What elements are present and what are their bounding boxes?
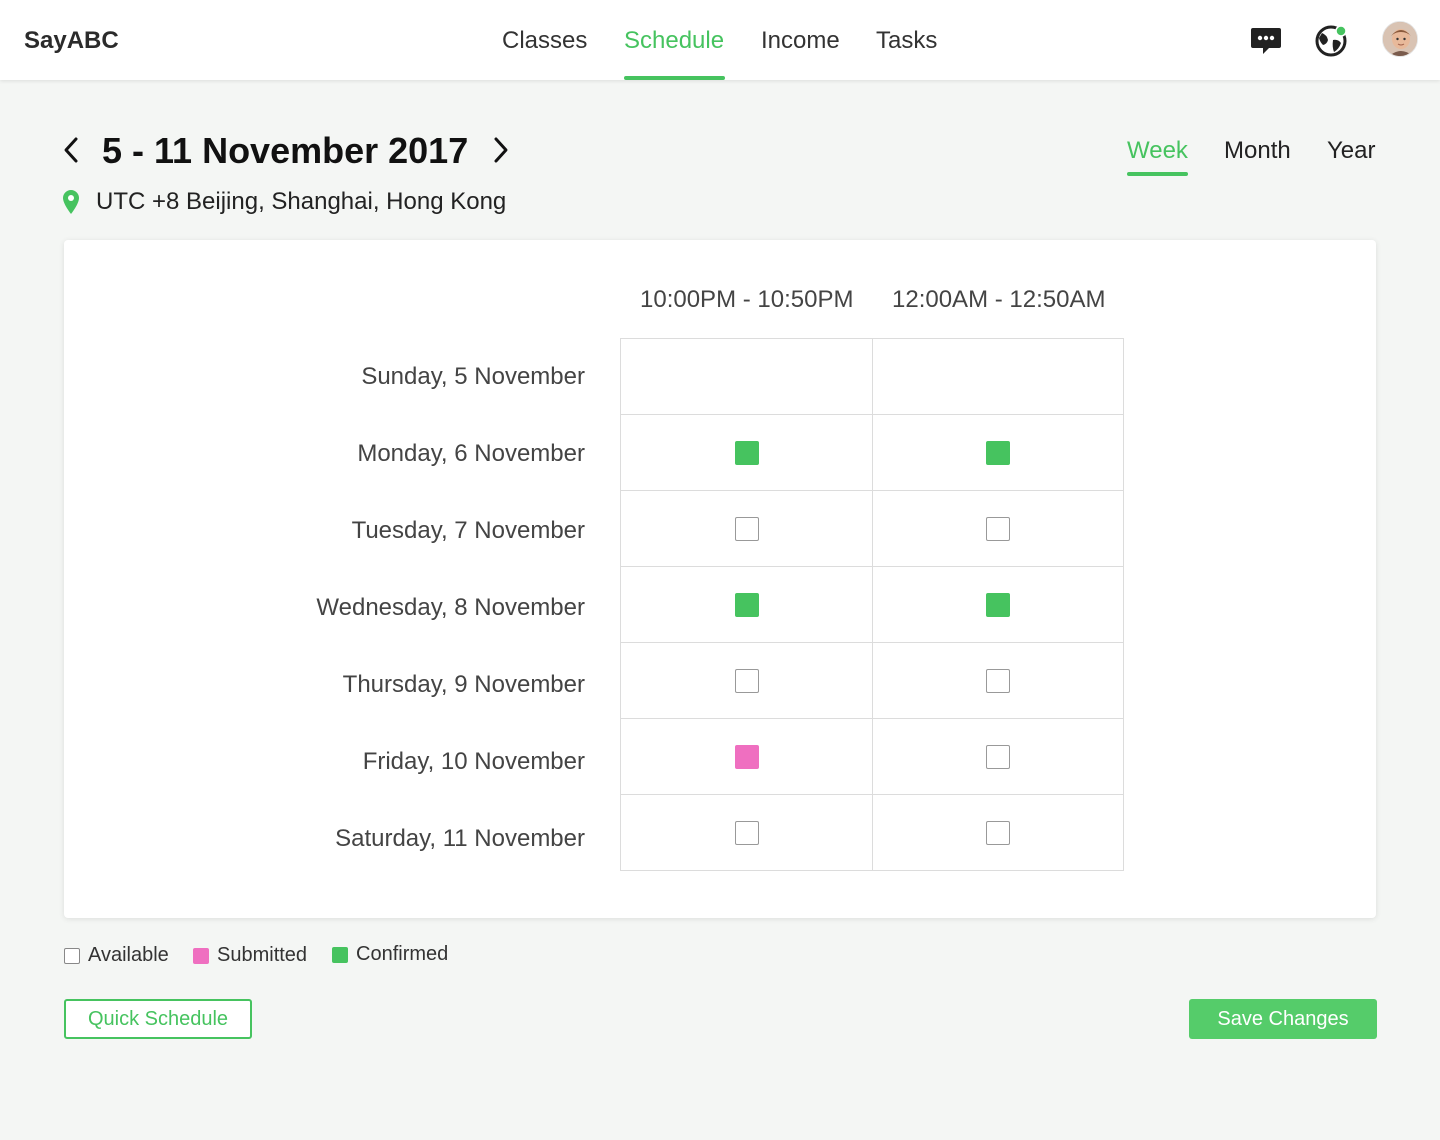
row-label-friday: Friday, 10 November xyxy=(362,748,585,775)
slot-saturday-1-available[interactable] xyxy=(735,821,759,845)
slot-tuesday-1-available[interactable] xyxy=(735,517,759,541)
legend-submitted-label: Submitted xyxy=(217,944,308,966)
grid-divider xyxy=(621,490,1123,491)
chat-icon[interactable] xyxy=(1248,22,1284,58)
slot-monday-1-confirmed[interactable] xyxy=(735,441,759,465)
legend-confirmed-swatch xyxy=(332,947,348,963)
slot-thursday-2-available[interactable] xyxy=(986,669,1010,693)
grid-divider xyxy=(621,642,1123,643)
view-tab-week[interactable]: Week xyxy=(1127,137,1188,165)
previous-week-arrow[interactable] xyxy=(60,135,84,165)
quick-schedule-button[interactable]: Quick Schedule xyxy=(64,999,252,1039)
row-label-wednesday: Wednesday, 8 November xyxy=(316,594,585,621)
slot-wednesday-2-confirmed[interactable] xyxy=(986,593,1010,617)
grid-divider xyxy=(621,414,1123,415)
column-header-slot-2: 12:00AM - 12:50AM xyxy=(892,286,1106,313)
slot-saturday-2-available[interactable] xyxy=(986,821,1010,845)
location-pin-icon xyxy=(63,190,79,214)
schedule-card: 10:00PM - 10:50PM 12:00AM - 12:50AM Sund… xyxy=(64,240,1376,918)
timezone-label[interactable]: UTC +8 Beijing, Shanghai, Hong Kong xyxy=(96,188,506,216)
nav-item-tasks[interactable]: Tasks xyxy=(876,27,937,55)
view-active-indicator xyxy=(1127,172,1188,176)
legend-available-swatch xyxy=(64,948,80,964)
column-header-slot-1: 10:00PM - 10:50PM xyxy=(640,286,854,313)
schedule-grid xyxy=(620,338,1124,871)
online-status-dot xyxy=(1335,25,1347,37)
legend-submitted-swatch xyxy=(193,948,209,964)
nav-active-indicator xyxy=(624,76,725,80)
slot-thursday-1-available[interactable] xyxy=(735,669,759,693)
main-nav: Classes Schedule Income Tasks xyxy=(0,0,1440,80)
nav-item-classes[interactable]: Classes xyxy=(502,27,587,55)
week-date-range: 5 - 11 November 2017 xyxy=(102,130,469,171)
top-navigation-bar: SayABC Classes Schedule Income Tasks xyxy=(0,0,1440,80)
save-changes-button[interactable]: Save Changes xyxy=(1189,999,1377,1039)
slot-tuesday-2-available[interactable] xyxy=(986,517,1010,541)
grid-divider xyxy=(621,794,1123,795)
view-tab-year[interactable]: Year xyxy=(1327,137,1376,165)
legend-confirmed-label: Confirmed xyxy=(356,943,449,965)
row-label-monday: Monday, 6 November xyxy=(357,440,585,467)
row-label-saturday: Saturday, 11 November xyxy=(335,825,585,852)
row-label-tuesday: Tuesday, 7 November xyxy=(351,517,585,544)
legend-available-label: Available xyxy=(88,944,169,966)
slot-monday-2-confirmed[interactable] xyxy=(986,441,1010,465)
row-label-sunday: Sunday, 5 November xyxy=(361,363,585,390)
slot-wednesday-1-confirmed[interactable] xyxy=(735,593,759,617)
nav-item-income[interactable]: Income xyxy=(761,27,840,55)
grid-divider xyxy=(621,566,1123,567)
nav-item-schedule[interactable]: Schedule xyxy=(624,27,724,55)
avatar[interactable] xyxy=(1382,21,1418,57)
row-label-thursday: Thursday, 9 November xyxy=(342,671,585,698)
next-week-arrow[interactable] xyxy=(488,135,512,165)
view-tab-month[interactable]: Month xyxy=(1224,137,1291,165)
grid-divider xyxy=(621,718,1123,719)
slot-friday-1-submitted[interactable] xyxy=(735,745,759,769)
slot-friday-2-available[interactable] xyxy=(986,745,1010,769)
grid-divider xyxy=(872,339,873,870)
globe-icon[interactable] xyxy=(1313,22,1349,58)
